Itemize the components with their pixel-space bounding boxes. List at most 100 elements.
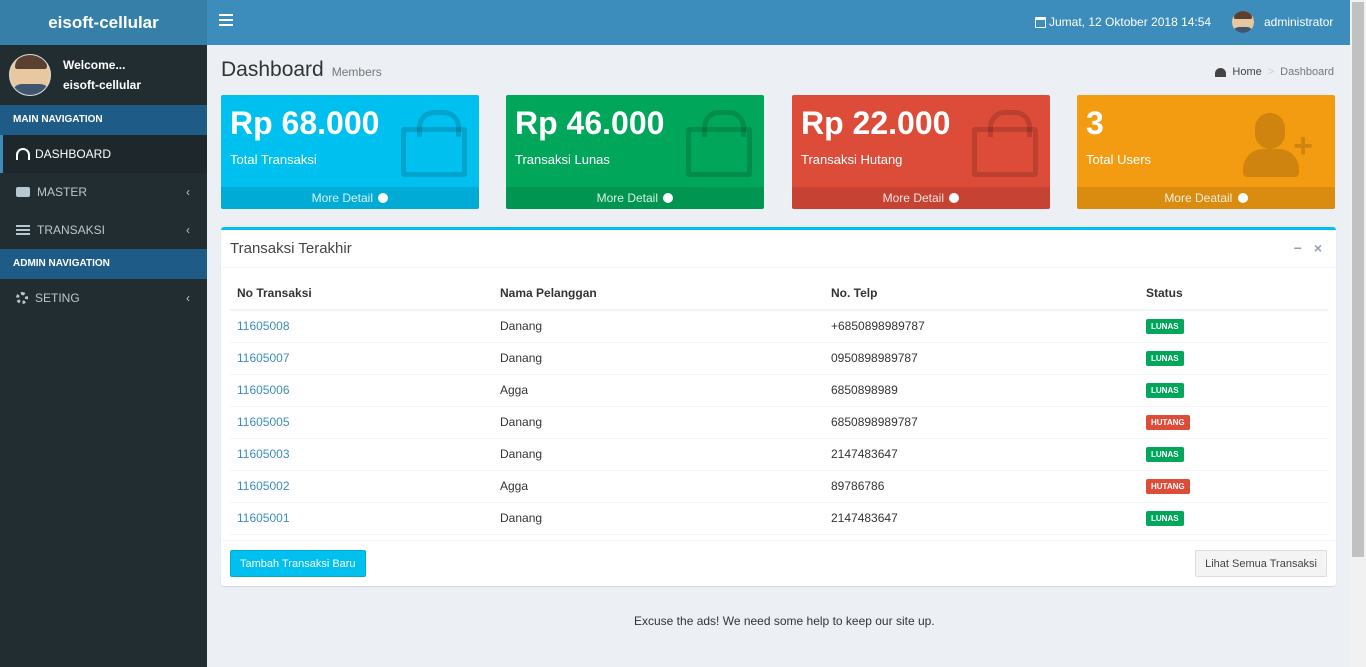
vertical-scrollbar[interactable] bbox=[1350, 0, 1366, 667]
box-tools: − × bbox=[1294, 240, 1322, 256]
admin-navigation-header: ADMIN NAVIGATION bbox=[0, 249, 207, 279]
transaction-id-link[interactable]: 11605003 bbox=[237, 447, 290, 461]
table-row: 11605003 Danang 2147483647 LUNAS bbox=[230, 438, 1328, 471]
user-panel: Welcome... eisoft-cellular bbox=[0, 45, 207, 105]
customer-name-cell: Danang bbox=[493, 406, 824, 439]
scrollbar-thumb[interactable] bbox=[1352, 2, 1364, 557]
more-detail-link[interactable]: More Deatail bbox=[1077, 187, 1335, 209]
briefcase-icon bbox=[16, 187, 30, 197]
phone-cell: 2147483647 bbox=[824, 502, 1139, 535]
column-header: No. Telp bbox=[824, 276, 1139, 311]
transaction-id-cell: 11605007 bbox=[230, 342, 493, 375]
table-row: 11605008 Danang +6850898989787 LUNAS bbox=[230, 310, 1328, 343]
main-navigation-header: MAIN NAVIGATION bbox=[0, 105, 207, 135]
user-plus-icon: + bbox=[1243, 113, 1313, 183]
sidebar-item-transaksi[interactable]: TRANSAKSI ‹ bbox=[0, 211, 207, 249]
status-cell: LUNAS bbox=[1139, 342, 1328, 375]
stat-label: Total Transaksi bbox=[230, 152, 317, 167]
more-detail-label: More Detail bbox=[311, 191, 373, 205]
status-badge: LUNAS bbox=[1146, 351, 1184, 366]
customer-name-cell: Danang bbox=[493, 502, 824, 535]
table-row: 11605001 Danang 2147483647 LUNAS bbox=[230, 502, 1328, 535]
status-cell: HUTANG bbox=[1139, 406, 1328, 439]
calendar-icon bbox=[1035, 16, 1046, 28]
status-cell: LUNAS bbox=[1139, 438, 1328, 471]
more-detail-link[interactable]: More Detail bbox=[506, 187, 764, 209]
transaction-id-cell: 11605002 bbox=[230, 470, 493, 503]
arrow-circle-right-icon bbox=[949, 192, 960, 203]
sidebar: Welcome... eisoft-cellular MAIN NAVIGATI… bbox=[0, 45, 207, 667]
add-transaction-button[interactable]: Tambah Transaksi Baru bbox=[230, 550, 366, 577]
table-header-row: No Transaksi Nama Pelanggan No. Telp Sta… bbox=[230, 276, 1328, 311]
arrow-circle-right-icon bbox=[378, 192, 389, 203]
gears-icon bbox=[16, 292, 28, 304]
arrow-circle-right-icon bbox=[663, 192, 674, 203]
sidebar-item-seting[interactable]: SETING ‹ bbox=[0, 279, 207, 317]
transaction-id-cell: 11605008 bbox=[230, 310, 493, 343]
breadcrumb-current: Dashboard bbox=[1280, 66, 1334, 78]
phone-cell: 6850898989787 bbox=[824, 406, 1139, 439]
sidebar-item-dashboard[interactable]: DASHBOARD bbox=[0, 135, 207, 173]
brand-logo[interactable]: eisoft-cellular bbox=[0, 0, 207, 45]
minus-icon[interactable]: − bbox=[1294, 240, 1302, 256]
box-footer: Tambah Transaksi Baru Lihat Semua Transa… bbox=[221, 540, 1336, 586]
sidebar-toggle-icon[interactable] bbox=[219, 14, 233, 26]
sidebar-item-label: SETING bbox=[35, 291, 80, 305]
close-icon[interactable]: × bbox=[1314, 240, 1322, 256]
transaction-id-link[interactable]: 11605002 bbox=[237, 479, 290, 493]
phone-cell: 0950898989787 bbox=[824, 342, 1139, 375]
transaction-id-link[interactable]: 11605005 bbox=[237, 415, 290, 429]
transaction-id-link[interactable]: 11605001 bbox=[237, 511, 290, 525]
breadcrumb-home[interactable]: Home bbox=[1232, 66, 1261, 78]
status-badge: LUNAS bbox=[1146, 383, 1184, 398]
phone-cell: +6850898989787 bbox=[824, 310, 1139, 343]
navbar-datetime: Jumat, 12 Oktober 2018 14:54 bbox=[1035, 15, 1211, 29]
transactions-table: No Transaksi Nama Pelanggan No. Telp Sta… bbox=[230, 276, 1328, 535]
table-row: 11605002 Agga 89786786 HUTANG bbox=[230, 470, 1328, 503]
phone-cell: 89786786 bbox=[824, 470, 1139, 503]
chevron-left-icon: ‹ bbox=[186, 185, 190, 199]
status-cell: LUNAS bbox=[1139, 374, 1328, 407]
customer-name-cell: Danang bbox=[493, 310, 824, 343]
stat-box-transaksi-hutang: Rp 22.000 Transaksi Hutang More Detail bbox=[792, 95, 1050, 209]
more-detail-link[interactable]: More Detail bbox=[221, 187, 479, 209]
stat-value: Rp 68.000 bbox=[230, 105, 380, 141]
sidebar-item-label: DASHBOARD bbox=[35, 147, 112, 161]
transaction-id-link[interactable]: 11605006 bbox=[237, 383, 290, 397]
stat-box-total-transaksi: Rp 68.000 Total Transaksi More Detail bbox=[221, 95, 479, 209]
content-header: Dashboard Members bbox=[221, 58, 382, 82]
phone-cell: 6850898989 bbox=[824, 374, 1139, 407]
arrow-circle-right-icon bbox=[1237, 192, 1248, 203]
transaction-id-cell: 11605006 bbox=[230, 374, 493, 407]
column-header: Status bbox=[1139, 276, 1328, 311]
status-badge: LUNAS bbox=[1146, 511, 1184, 526]
status-badge: HUTANG bbox=[1146, 479, 1190, 494]
sidebar-item-label: TRANSAKSI bbox=[37, 223, 106, 237]
brand-name: eisoft-cellular bbox=[48, 12, 159, 32]
sidebar-user-name: eisoft-cellular bbox=[63, 78, 142, 92]
user-menu[interactable]: administrator bbox=[1232, 11, 1333, 33]
datetime-text: Jumat, 12 Oktober 2018 14:54 bbox=[1049, 15, 1212, 29]
transaction-id-link[interactable]: 11605007 bbox=[237, 351, 290, 365]
top-navbar: Jumat, 12 Oktober 2018 14:54 administrat… bbox=[207, 0, 1350, 45]
column-header: No Transaksi bbox=[230, 276, 493, 311]
shopping-bag-icon bbox=[401, 110, 467, 177]
column-header: Nama Pelanggan bbox=[493, 276, 824, 311]
more-detail-label: More Detail bbox=[882, 191, 944, 205]
breadcrumb-separator: > bbox=[1267, 66, 1275, 78]
table-row: 11605007 Danang 0950898989787 LUNAS bbox=[230, 342, 1328, 375]
customer-name-cell: Danang bbox=[493, 438, 824, 471]
table-row: 11605006 Agga 6850898989 LUNAS bbox=[230, 374, 1328, 407]
table-icon bbox=[16, 225, 30, 235]
transaction-id-cell: 11605003 bbox=[230, 438, 493, 471]
view-all-transactions-button[interactable]: Lihat Semua Transaksi bbox=[1195, 550, 1327, 577]
sidebar-item-master[interactable]: MASTER ‹ bbox=[0, 173, 207, 211]
stat-value: Rp 46.000 bbox=[515, 105, 665, 141]
stat-label: Transaksi Lunas bbox=[515, 152, 610, 167]
more-detail-link[interactable]: More Detail bbox=[792, 187, 1050, 209]
box-title: Transaksi Terakhir bbox=[230, 240, 352, 257]
stat-box-transaksi-lunas: Rp 46.000 Transaksi Lunas More Detail bbox=[506, 95, 764, 209]
transaction-id-link[interactable]: 11605008 bbox=[237, 319, 290, 333]
transaction-id-cell: 11605001 bbox=[230, 502, 493, 535]
transaction-id-cell: 11605005 bbox=[230, 406, 493, 439]
